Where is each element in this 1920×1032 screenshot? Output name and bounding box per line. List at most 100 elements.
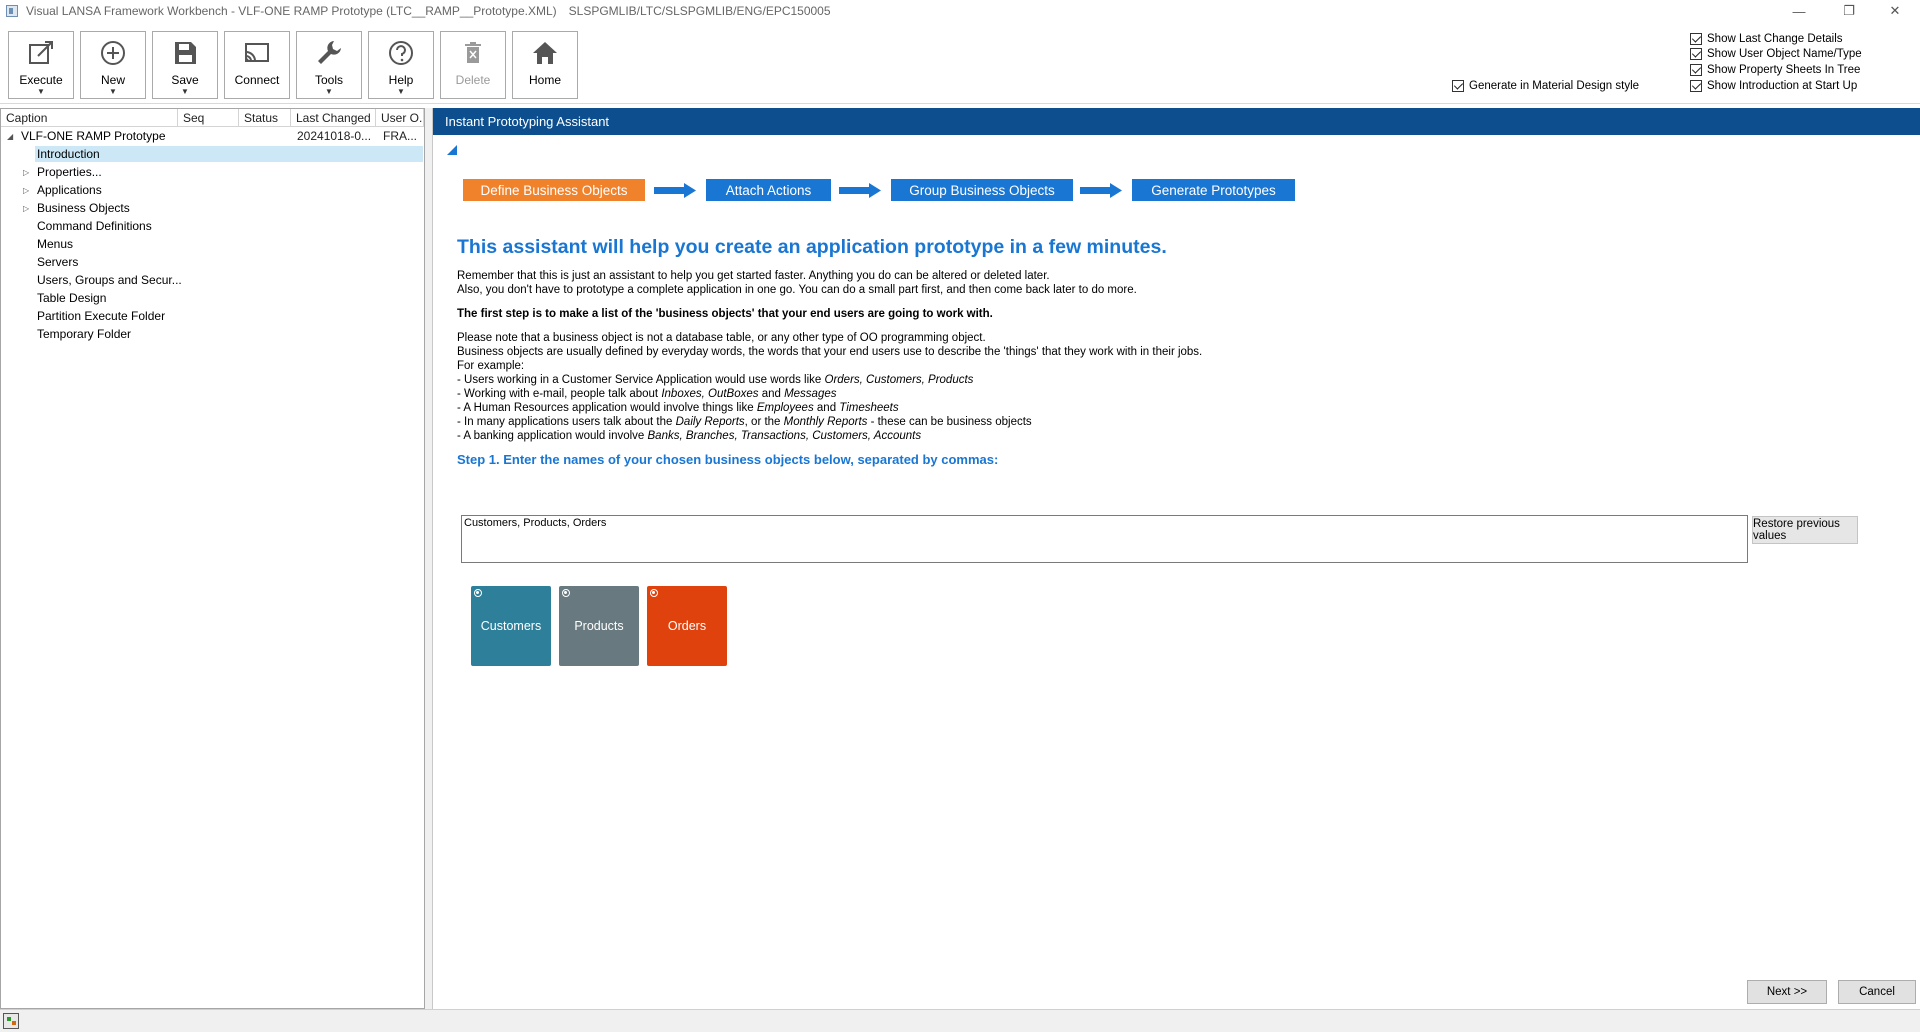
checkbox-checked-icon xyxy=(1690,64,1702,76)
column-header-last-changed[interactable]: Last Changed xyxy=(291,109,376,126)
example-line-5: - A banking application would involve Ba… xyxy=(457,430,922,442)
tree-column-headers: Caption Seq Status Last Changed User O..… xyxy=(1,109,424,127)
tree-item-label: Partition Execute Folder xyxy=(37,309,166,323)
tree-item-temporary-folder[interactable]: Temporary Folder xyxy=(1,325,424,343)
tree-item-business-objects[interactable]: ▷ Business Objects xyxy=(1,199,424,217)
trash-icon xyxy=(465,42,481,63)
show-last-change-label: Show Last Change Details xyxy=(1707,33,1843,45)
tree-root-user: FRA... xyxy=(383,129,418,143)
arrow-right-icon xyxy=(654,183,696,198)
tree-item-label: Menus xyxy=(37,237,74,251)
cancel-button[interactable]: Cancel xyxy=(1838,980,1916,1004)
home-label: Home xyxy=(528,73,561,87)
first-step-text: The first step is to make a list of the … xyxy=(457,308,993,320)
business-objects-input[interactable]: Customers, Products, Orders xyxy=(461,515,1748,563)
column-header-caption[interactable]: Caption xyxy=(1,109,178,126)
column-header-seq[interactable]: Seq xyxy=(178,109,239,126)
corner-triangle-icon xyxy=(447,145,457,155)
tree-item-properties[interactable]: ▷ Properties... xyxy=(1,163,424,181)
tree-item-table-design[interactable]: Table Design xyxy=(1,289,424,307)
home-icon xyxy=(533,42,557,64)
panel-splitter[interactable] xyxy=(425,108,432,1009)
wrench-icon xyxy=(318,41,341,64)
tree-item-menus[interactable]: Menus xyxy=(1,235,424,253)
arrow-right-icon xyxy=(839,183,881,198)
expand-icon[interactable]: ▷ xyxy=(23,168,29,177)
material-design-checkbox[interactable]: Generate in Material Design style xyxy=(1452,80,1639,92)
status-indicator-icon xyxy=(3,1013,19,1029)
help-label: Help xyxy=(388,73,414,87)
new-button[interactable]: New ▼ xyxy=(80,31,146,99)
show-last-change-checkbox[interactable]: Show Last Change Details xyxy=(1690,33,1843,45)
tile-label: Customers xyxy=(480,619,542,633)
show-property-sheets-label: Show Property Sheets In Tree xyxy=(1707,64,1861,76)
tile-orders[interactable]: Orders xyxy=(647,586,727,666)
assistant-title: Instant Prototyping Assistant xyxy=(445,114,610,129)
show-user-object-checkbox[interactable]: Show User Object Name/Type xyxy=(1690,48,1862,60)
note-line-1: Please note that a business object is no… xyxy=(457,332,986,344)
title-bar: Visual LANSA Framework Workbench - VLF-O… xyxy=(0,0,1920,22)
show-user-object-label: Show User Object Name/Type xyxy=(1707,48,1862,60)
tree-item-label: Applications xyxy=(37,183,102,197)
tools-button[interactable]: Tools ▼ xyxy=(296,31,362,99)
checkbox-checked-icon xyxy=(1452,80,1464,92)
step-generate-prototypes[interactable]: Generate Prototypes xyxy=(1132,179,1295,201)
step-attach-actions[interactable]: Attach Actions xyxy=(706,179,831,201)
tile-label: Orders xyxy=(667,619,707,633)
tile-customers[interactable]: Customers xyxy=(471,586,551,666)
tree-item-partition-execute-folder[interactable]: Partition Execute Folder xyxy=(1,307,424,325)
tree-root-label: VLF-ONE RAMP Prototype xyxy=(21,129,166,143)
tree-item-label: Temporary Folder xyxy=(37,327,132,341)
chevron-down-icon: ▼ xyxy=(397,87,405,96)
tree-item-label: Command Definitions xyxy=(37,219,152,233)
checkbox-checked-icon xyxy=(1690,80,1702,92)
minimize-button[interactable]: — xyxy=(1776,0,1822,22)
tree-root-row[interactable]: ◢ VLF-ONE RAMP Prototype 20241018-0... F… xyxy=(1,127,424,145)
cast-icon xyxy=(245,43,269,62)
show-introduction-checkbox[interactable]: Show Introduction at Start Up xyxy=(1690,80,1857,92)
save-button[interactable]: Save ▼ xyxy=(152,31,218,99)
show-property-sheets-checkbox[interactable]: Show Property Sheets In Tree xyxy=(1690,64,1860,76)
example-line-4: - In many applications users talk about … xyxy=(457,416,1032,428)
tree-item-applications[interactable]: ▷ Applications xyxy=(1,181,424,199)
help-button[interactable]: Help ▼ xyxy=(368,31,434,99)
palette-icon[interactable] xyxy=(562,589,570,597)
tree-item-introduction[interactable]: Introduction xyxy=(1,145,424,163)
tree-item-label: Introduction xyxy=(35,146,423,162)
add-circle-icon xyxy=(101,41,125,65)
tree-item-users-groups[interactable]: Users, Groups and Secur... xyxy=(1,271,424,289)
next-button[interactable]: Next >> xyxy=(1747,980,1827,1004)
step-group-business-objects[interactable]: Group Business Objects xyxy=(891,179,1073,201)
tree-item-label: Properties... xyxy=(37,165,102,179)
tree-item-command-definitions[interactable]: Command Definitions xyxy=(1,217,424,235)
example-line-2: - Working with e-mail, people talk about… xyxy=(457,388,837,400)
home-button[interactable]: Home xyxy=(512,31,578,99)
tree-item-label: Users, Groups and Secur... xyxy=(37,273,182,287)
delete-button[interactable]: Delete xyxy=(440,31,506,99)
palette-icon[interactable] xyxy=(650,589,658,597)
expand-icon[interactable]: ▷ xyxy=(23,204,29,213)
tile-products[interactable]: Products xyxy=(559,586,639,666)
example-line-1: - Users working in a Customer Service Ap… xyxy=(457,374,974,386)
collapse-icon[interactable]: ◢ xyxy=(7,132,13,141)
framework-tree-panel: Caption Seq Status Last Changed User O..… xyxy=(0,108,425,1009)
tree-item-servers[interactable]: Servers xyxy=(1,253,424,271)
column-header-user-object[interactable]: User O... xyxy=(376,109,424,126)
close-button[interactable]: ✕ xyxy=(1872,0,1918,22)
new-label: New xyxy=(100,73,125,87)
palette-icon[interactable] xyxy=(474,589,482,597)
column-header-status[interactable]: Status xyxy=(239,109,291,126)
expand-icon[interactable]: ▷ xyxy=(23,186,29,195)
step-define-business-objects[interactable]: Define Business Objects xyxy=(463,179,645,201)
save-icon xyxy=(175,42,196,64)
assistant-content: This assistant will help you create an a… xyxy=(457,236,1857,467)
connect-button[interactable]: Connect xyxy=(224,31,290,99)
checkbox-checked-icon xyxy=(1690,33,1702,45)
restore-previous-values-button[interactable]: Restore previous values xyxy=(1752,516,1858,544)
execute-button[interactable]: Execute ▼ xyxy=(8,31,74,99)
help-icon xyxy=(389,41,413,65)
arrow-right-icon xyxy=(1080,183,1122,198)
note-line-3: For example: xyxy=(457,360,525,372)
tree-item-label: Business Objects xyxy=(37,201,130,215)
restore-button[interactable]: ❐ xyxy=(1826,0,1872,22)
